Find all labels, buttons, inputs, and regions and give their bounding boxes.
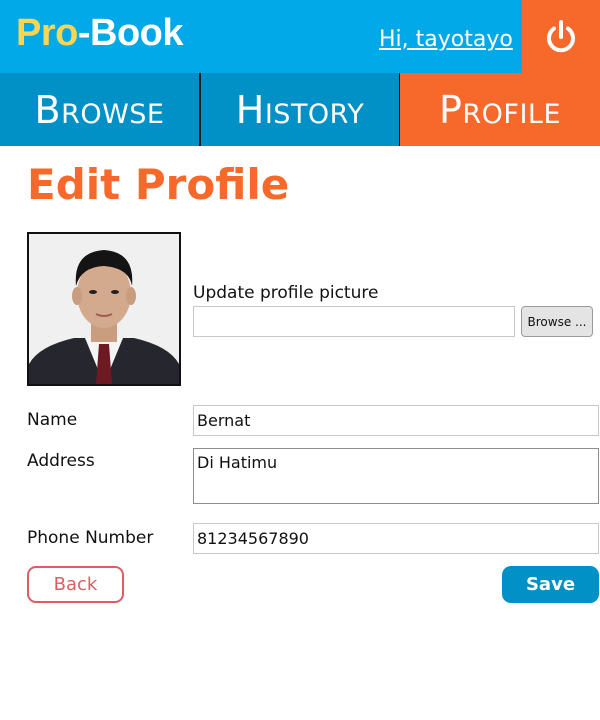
update-picture-label: Update profile picture: [193, 283, 379, 303]
avatar-photo-illustration: [29, 234, 179, 384]
browse-file-button[interactable]: Browse ...: [521, 306, 593, 337]
phone-input[interactable]: [193, 523, 599, 554]
power-icon: [547, 19, 575, 52]
name-input[interactable]: [193, 405, 599, 436]
file-path-field[interactable]: [193, 306, 515, 337]
app-logo[interactable]: Pro-Book: [16, 12, 184, 55]
name-label: Name: [27, 410, 78, 430]
main-nav: Browse History Profile: [0, 73, 600, 146]
app-header: Pro-Book Hi, tayotayo: [0, 0, 600, 73]
user-greeting-link[interactable]: Hi, tayotayo: [379, 27, 513, 52]
back-button[interactable]: Back: [27, 566, 124, 603]
page-title: Edit Profile: [27, 160, 290, 209]
nav-tab-history[interactable]: History: [201, 73, 399, 146]
save-button[interactable]: Save: [502, 566, 599, 603]
nav-tab-browse[interactable]: Browse: [0, 73, 199, 146]
phone-label: Phone Number: [27, 528, 154, 548]
profile-avatar: [27, 232, 181, 386]
logout-button[interactable]: [522, 0, 600, 73]
nav-tab-profile[interactable]: Profile: [400, 73, 600, 146]
address-label: Address: [27, 451, 95, 471]
logo-part-book: -Book: [77, 12, 184, 54]
address-input[interactable]: Di Hatimu: [193, 448, 599, 504]
logo-part-pro: Pro: [16, 12, 78, 54]
